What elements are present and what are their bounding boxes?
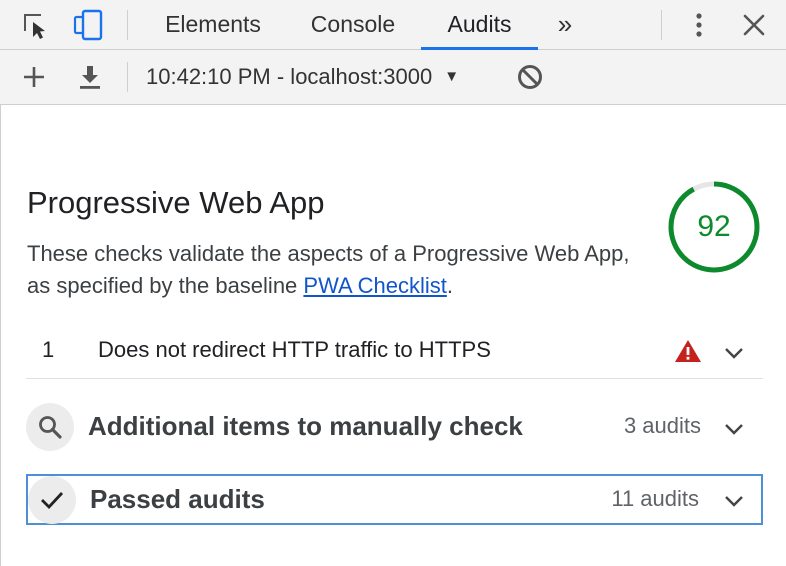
audits-toolbar: 10:42:10 PM - localhost:3000 ▼ bbox=[0, 50, 786, 105]
tabbar-separator-right bbox=[661, 10, 662, 40]
report-selector-label: 10:42:10 PM - localhost:3000 bbox=[146, 64, 433, 89]
group-count-passed: 11 audits bbox=[611, 486, 699, 511]
device-toolbar-icon[interactable] bbox=[72, 8, 106, 42]
group-count-manual: 3 audits bbox=[623, 413, 701, 438]
toolbar-separator bbox=[127, 62, 128, 92]
group-passed-audits[interactable]: Passed audits 11 audits bbox=[26, 474, 763, 525]
chevron-down-icon[interactable] bbox=[722, 489, 746, 513]
description-end: . bbox=[446, 273, 453, 298]
tab-audits[interactable]: Audits bbox=[421, 0, 538, 49]
score-value: 92 bbox=[697, 210, 731, 243]
close-icon[interactable] bbox=[737, 8, 771, 42]
download-icon[interactable] bbox=[73, 60, 107, 94]
audit-title: Does not redirect HTTP traffic to HTTPS bbox=[98, 337, 491, 362]
chevron-down-icon[interactable] bbox=[722, 417, 746, 441]
category-description: These checks validate the aspects of a P… bbox=[27, 238, 647, 302]
group-title-manual: Additional items to manually check bbox=[88, 411, 523, 441]
checkmark-icon bbox=[28, 476, 76, 524]
clear-icon[interactable] bbox=[513, 60, 547, 94]
audit-index: 1 bbox=[42, 337, 55, 362]
search-icon bbox=[26, 403, 74, 451]
category-title: Progressive Web App bbox=[27, 185, 325, 220]
group-manual-checks[interactable]: Additional items to manually check 3 aud… bbox=[26, 403, 763, 451]
report-selector[interactable]: 10:42:10 PM - localhost:3000 ▼ bbox=[146, 64, 459, 90]
pwa-checklist-link[interactable]: PWA Checklist bbox=[303, 273, 446, 298]
plus-icon[interactable] bbox=[17, 60, 51, 94]
chevron-down-icon[interactable] bbox=[722, 341, 746, 365]
tab-console[interactable]: Console bbox=[296, 0, 410, 49]
audit-report: Progressive Web App 92 These checks vali… bbox=[0, 105, 786, 566]
tabbar-separator bbox=[127, 10, 128, 40]
more-tabs-button[interactable]: » bbox=[548, 0, 582, 49]
audit-row-https-redirect[interactable]: 1 Does not redirect HTTP traffic to HTTP… bbox=[26, 325, 763, 379]
inspect-element-icon[interactable] bbox=[18, 8, 52, 42]
kebab-menu-icon[interactable] bbox=[682, 8, 716, 42]
tab-elements[interactable]: Elements bbox=[152, 0, 274, 49]
warning-icon bbox=[675, 340, 701, 362]
caret-down-icon: ▼ bbox=[444, 68, 460, 85]
devtools-tabbar: Elements Console Audits » bbox=[0, 0, 786, 50]
group-title-passed: Passed audits bbox=[90, 484, 265, 514]
